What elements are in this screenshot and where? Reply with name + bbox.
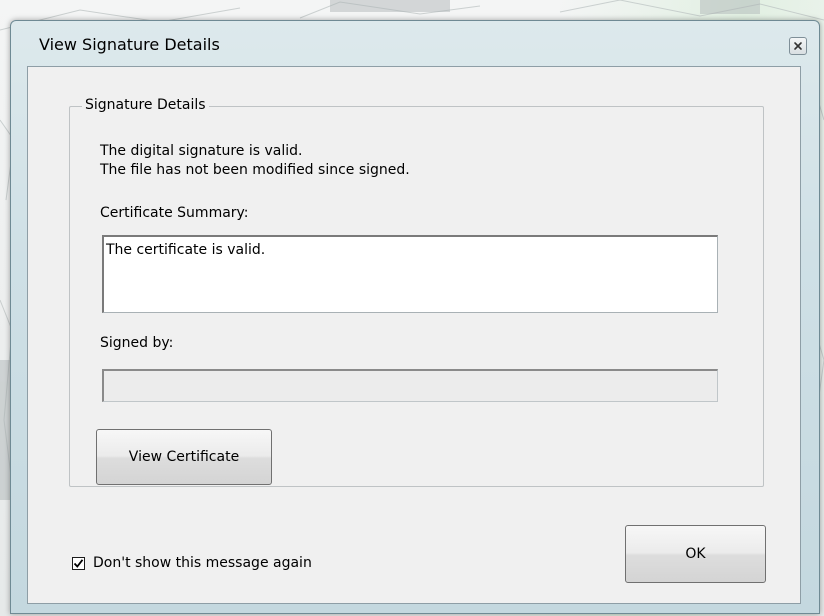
signature-details-group: Signature Details The digital signature … (69, 97, 764, 487)
dont-show-again-checkbox[interactable] (72, 556, 85, 570)
close-button[interactable] (789, 37, 807, 55)
certificate-summary-box[interactable]: The certificate is valid. (102, 235, 718, 313)
ok-button[interactable]: OK (625, 525, 766, 583)
checkmark-icon (73, 558, 84, 568)
dont-show-again-row[interactable]: Don't show this message again (72, 555, 312, 571)
signature-valid-text: The digital signature is valid. (100, 143, 303, 159)
title-bar[interactable]: View Signature Details (11, 21, 819, 67)
certificate-summary-text: The certificate is valid. (106, 242, 266, 258)
file-not-modified-text: The file has not been modified since sig… (100, 162, 410, 178)
close-icon (794, 42, 802, 50)
dont-show-again-label: Don't show this message again (93, 555, 312, 571)
certificate-summary-label: Certificate Summary: (100, 205, 249, 221)
signed-by-label: Signed by: (100, 335, 174, 351)
window-title: View Signature Details (39, 35, 220, 54)
group-legend: Signature Details (82, 97, 209, 113)
view-certificate-button[interactable]: View Certificate (96, 429, 272, 485)
signed-by-field[interactable] (102, 369, 718, 402)
